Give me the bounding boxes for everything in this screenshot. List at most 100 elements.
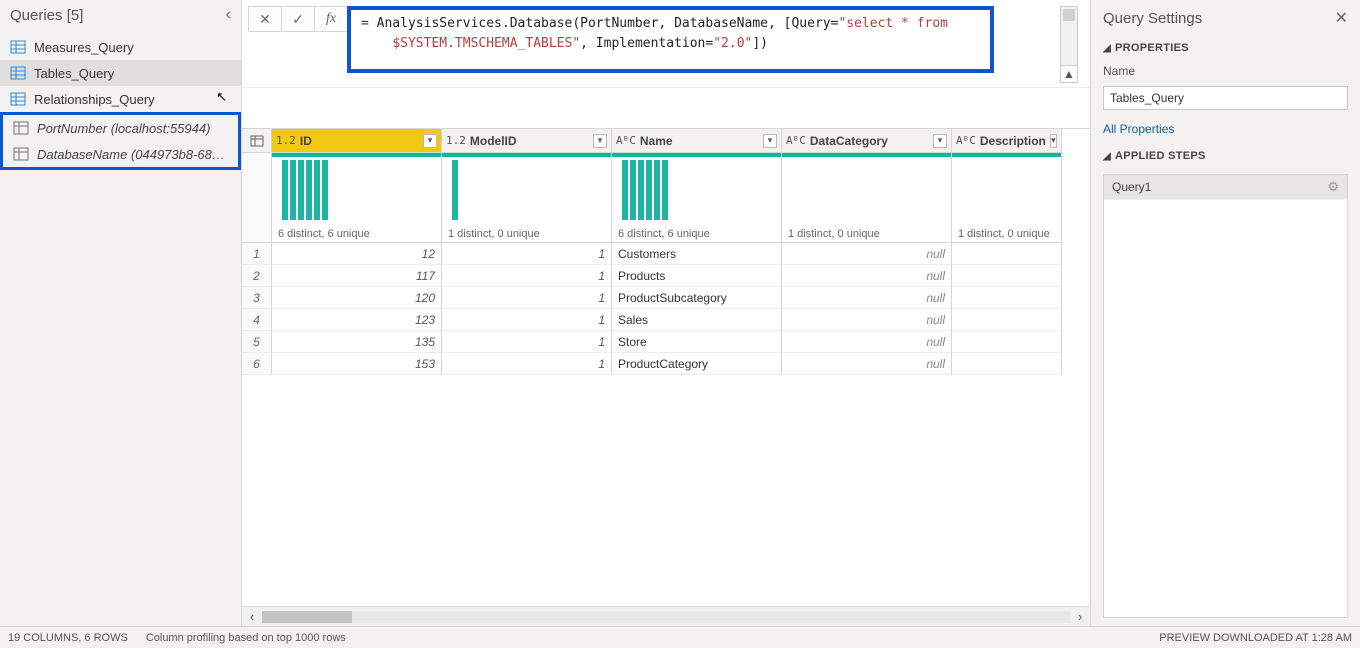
formula-expand-group: ▲ — [994, 6, 1084, 83]
column-header[interactable]: 1.2ModelID▾ — [442, 129, 611, 153]
status-profiling: Column profiling based on top 1000 rows — [146, 632, 346, 644]
cursor-icon: ↖ — [216, 89, 227, 105]
column-header[interactable]: AᴮC DataCategory ▾ — [782, 129, 951, 153]
column-header[interactable]: AᴮCName▾ — [612, 129, 781, 153]
queries-title: Queries [5] — [10, 7, 83, 24]
parameters-highlight: PortNumber (localhost:55944) DatabaseNam… — [0, 112, 241, 170]
profile-stats: 1 distinct, 0 unique — [788, 228, 880, 240]
center-pane: ✕ ✓ fx = AnalysisServices.Database(PortN… — [242, 0, 1090, 626]
query-item-relationships[interactable]: Relationships_Query ↖ — [0, 86, 241, 112]
properties-section-header[interactable]: ◢ PROPERTIES — [1103, 42, 1348, 54]
row-number[interactable]: 4 — [242, 309, 271, 331]
column-filter-icon[interactable]: ▾ — [423, 134, 437, 148]
table-cell[interactable]: 1 — [442, 353, 611, 375]
table-cell[interactable]: 153 — [272, 353, 441, 375]
table-cell[interactable]: ProductCategory — [612, 353, 781, 375]
column-name: ID — [300, 134, 419, 148]
column-filter-icon[interactable]: ▾ — [593, 134, 607, 148]
scroll-right-icon[interactable]: › — [1070, 609, 1090, 624]
table-cell[interactable]: Sales — [612, 309, 781, 331]
name-label: Name — [1103, 64, 1348, 78]
table-cell[interactable] — [952, 265, 1061, 287]
horizontal-scrollbar[interactable]: ‹ › — [242, 606, 1090, 626]
row-number[interactable]: 1 — [242, 243, 271, 265]
table-icon — [10, 65, 26, 81]
close-settings-icon[interactable]: ✕ — [1335, 8, 1348, 28]
column-filter-icon[interactable]: ▾ — [933, 134, 947, 148]
accept-formula-button[interactable]: ✓ — [281, 6, 315, 32]
status-bar: 19 COLUMNS, 6 ROWS Column profiling base… — [0, 626, 1360, 648]
table-cell[interactable] — [952, 309, 1061, 331]
column-profile: 1 distinct, 0 unique — [442, 157, 611, 243]
column-header[interactable]: 1.2ID▾ — [272, 129, 441, 153]
table-cell[interactable]: 117 — [272, 265, 441, 287]
applied-steps-section-header[interactable]: ◢ APPLIED STEPS — [1103, 150, 1348, 162]
table-options-button[interactable] — [242, 129, 271, 153]
table-cell[interactable]: 135 — [272, 331, 441, 353]
table-cell[interactable] — [952, 243, 1061, 265]
formula-input[interactable]: = AnalysisServices.Database(PortNumber, … — [347, 6, 994, 73]
table-cell[interactable]: 123 — [272, 309, 441, 331]
table-cell[interactable]: 1 — [442, 309, 611, 331]
type-icon: AᴮC — [786, 134, 806, 147]
table-cell[interactable]: 1 — [442, 287, 611, 309]
query-item-databasename[interactable]: DatabaseName (044973b8-6820-4... — [3, 141, 238, 167]
table-cell[interactable] — [952, 353, 1061, 375]
formula-scrollbar[interactable] — [1060, 6, 1078, 66]
query-item-tables[interactable]: Tables_Query — [0, 60, 241, 86]
applied-step[interactable]: Query1 ⚙ — [1104, 175, 1347, 200]
section-label: APPLIED STEPS — [1115, 150, 1206, 162]
table-cell[interactable]: null — [782, 331, 951, 353]
all-properties-link[interactable]: All Properties — [1103, 122, 1348, 136]
row-number[interactable]: 3 — [242, 287, 271, 309]
table-cell[interactable]: 1 — [442, 265, 611, 287]
cancel-formula-button[interactable]: ✕ — [248, 6, 282, 32]
expand-formula-button[interactable]: ▲ — [1060, 65, 1078, 83]
query-label: Tables_Query — [34, 66, 231, 81]
table-cell[interactable]: ProductSubcategory — [612, 287, 781, 309]
formula-string: "select * from — [838, 16, 948, 31]
table-cell[interactable]: 120 — [272, 287, 441, 309]
type-icon: AᴮC — [616, 134, 636, 147]
table-cell[interactable] — [952, 287, 1061, 309]
profile-stats: 1 distinct, 0 unique — [958, 228, 1050, 240]
column-name: Description — [980, 134, 1046, 148]
table-cell[interactable]: 1 — [442, 331, 611, 353]
column-header[interactable]: AᴮCDescription▾ — [952, 129, 1061, 153]
settings-header: Query Settings ✕ — [1103, 8, 1348, 28]
query-item-measures[interactable]: Measures_Query — [0, 34, 241, 60]
queries-pane: Queries [5] ‹ Measures_Query Tables_Quer… — [0, 0, 242, 626]
scroll-left-icon[interactable]: ‹ — [242, 609, 262, 624]
collapse-queries-icon[interactable]: ‹ — [226, 6, 231, 24]
queries-header: Queries [5] ‹ — [0, 0, 241, 30]
column-filter-icon[interactable]: ▾ — [1050, 134, 1057, 148]
row-number[interactable]: 6 — [242, 353, 271, 375]
row-number[interactable]: 2 — [242, 265, 271, 287]
column-name: AᴮCName▾6 distinct, 6 uniqueCustomersPro… — [612, 129, 782, 375]
column-profile: 1 distinct, 0 unique — [952, 157, 1061, 243]
row-number[interactable]: 5 — [242, 331, 271, 353]
table-cell[interactable]: 1 — [442, 243, 611, 265]
table-cell[interactable]: null — [782, 309, 951, 331]
query-item-portnumber[interactable]: PortNumber (localhost:55944) — [3, 115, 238, 141]
column-name: DataCategory — [810, 134, 929, 148]
column-id: 1.2ID▾6 distinct, 6 unique12117120123135… — [272, 129, 442, 375]
formula-string: "2.0" — [713, 36, 752, 51]
table-cell[interactable]: Customers — [612, 243, 781, 265]
table-cell[interactable]: null — [782, 353, 951, 375]
table-cell[interactable]: null — [782, 243, 951, 265]
table-cell[interactable]: Store — [612, 331, 781, 353]
chevron-down-icon: ◢ — [1103, 151, 1111, 162]
table-cell[interactable]: null — [782, 287, 951, 309]
query-name-input[interactable] — [1103, 86, 1348, 110]
query-settings-pane: Query Settings ✕ ◢ PROPERTIES Name All P… — [1090, 0, 1360, 626]
applied-steps-list: Query1 ⚙ — [1103, 174, 1348, 618]
table-cell[interactable]: Products — [612, 265, 781, 287]
gear-icon[interactable]: ⚙ — [1327, 179, 1339, 195]
table-cell[interactable]: null — [782, 265, 951, 287]
table-cell[interactable]: 12 — [272, 243, 441, 265]
table-cell[interactable] — [952, 331, 1061, 353]
fx-button[interactable]: fx — [314, 6, 348, 32]
column-filter-icon[interactable]: ▾ — [763, 134, 777, 148]
query-label: DatabaseName (044973b8-6820-4... — [37, 147, 228, 162]
